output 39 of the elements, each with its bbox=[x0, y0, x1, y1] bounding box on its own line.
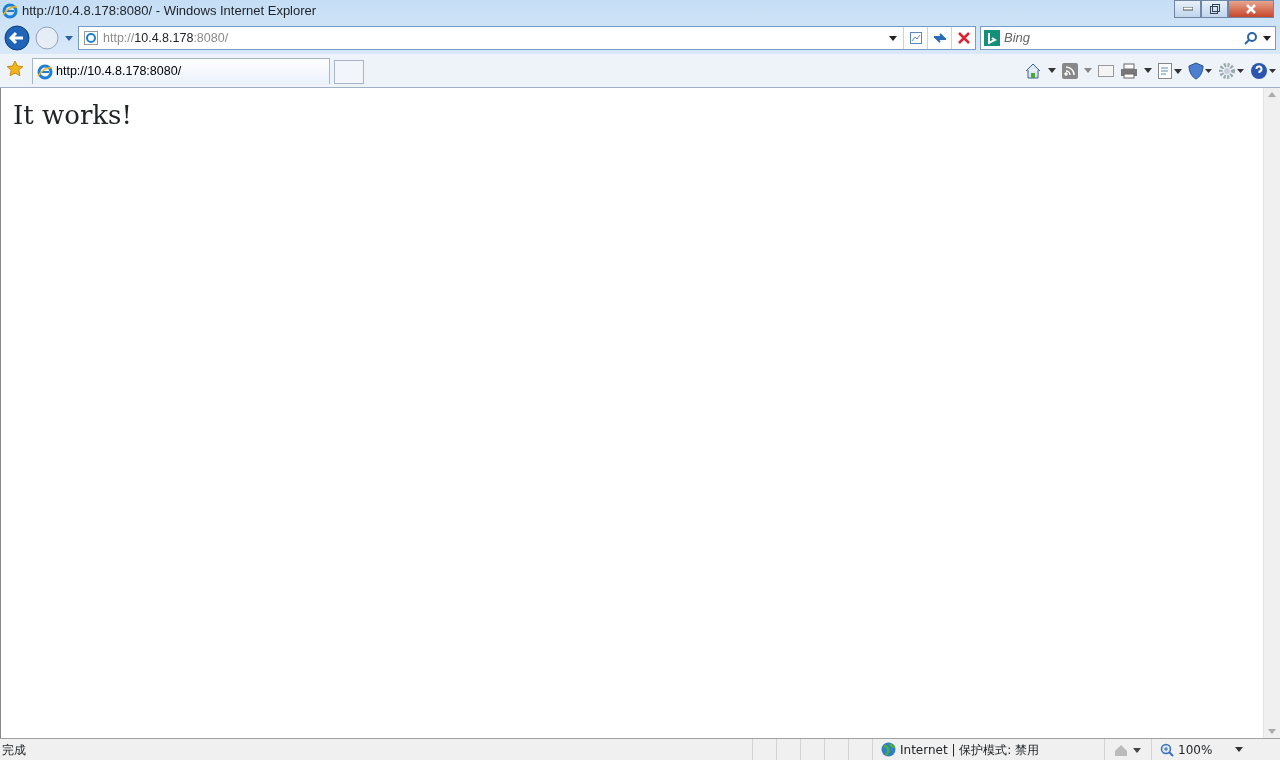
dropdown-icon[interactable] bbox=[887, 34, 899, 42]
url-text: http://10.4.8.178:8080/ bbox=[102, 29, 230, 47]
help-icon[interactable] bbox=[1250, 62, 1276, 80]
security-zone-text: Internet | 保护模式: 禁用 bbox=[900, 741, 1040, 759]
browser-logo-icon bbox=[2, 3, 18, 19]
browser-logo-icon bbox=[37, 63, 53, 80]
restore-icon bbox=[1209, 4, 1220, 14]
stop-icon bbox=[957, 32, 970, 44]
search-provider-icon bbox=[984, 30, 1000, 46]
dropdown-icon[interactable] bbox=[1144, 68, 1152, 74]
safety-shield-icon[interactable] bbox=[1188, 62, 1212, 80]
window-title: http://10.4.8.178:8080/ - Windows Internet Explorer bbox=[22, 2, 317, 21]
zoom-icon bbox=[1160, 742, 1174, 757]
print-icon[interactable] bbox=[1120, 63, 1138, 79]
settings-icon[interactable] bbox=[1218, 62, 1244, 80]
browser-tab[interactable]: http://10.4.8.178:8080/ bbox=[32, 58, 330, 84]
page-menu-icon[interactable] bbox=[1158, 63, 1182, 79]
minimize-icon bbox=[1182, 7, 1193, 11]
globe-icon bbox=[881, 742, 896, 757]
zoom-button[interactable]: 100% bbox=[1151, 739, 1251, 760]
home-icon[interactable] bbox=[1024, 62, 1042, 80]
dropdown-icon[interactable] bbox=[1262, 34, 1272, 42]
search-field[interactable]: Bing bbox=[980, 26, 1276, 50]
feeds-icon[interactable] bbox=[1062, 63, 1078, 79]
address-field[interactable]: http://10.4.8.178:8080/ bbox=[78, 26, 976, 50]
dropdown-icon[interactable] bbox=[1048, 68, 1056, 74]
page-heading: It works! bbox=[13, 102, 132, 128]
favorites-star-icon[interactable] bbox=[6, 60, 24, 78]
close-button[interactable] bbox=[1228, 0, 1274, 18]
back-button[interactable] bbox=[4, 25, 30, 51]
search-icon[interactable] bbox=[1244, 31, 1258, 45]
compatibility-icon bbox=[908, 31, 923, 45]
page-icon bbox=[83, 30, 99, 46]
restore-button[interactable] bbox=[1201, 0, 1228, 18]
dropdown-icon bbox=[1235, 746, 1243, 753]
history-dropdown-icon[interactable] bbox=[64, 34, 74, 42]
refresh-icon bbox=[931, 31, 948, 45]
close-icon bbox=[1246, 4, 1256, 14]
status-text: 完成 bbox=[1, 741, 27, 759]
